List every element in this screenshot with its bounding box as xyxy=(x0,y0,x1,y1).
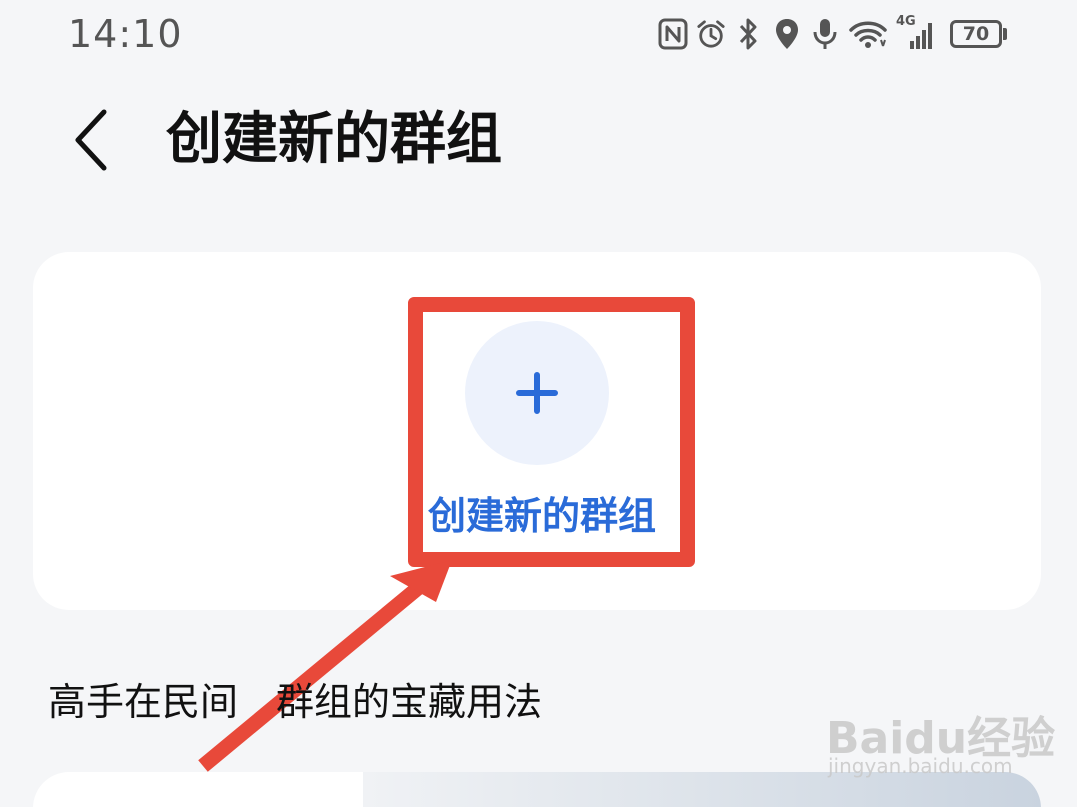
section-title: 高手在民间 群组的宝藏用法 xyxy=(48,680,543,724)
network-label: 4G xyxy=(896,14,916,29)
status-icons: 4G 70 xyxy=(658,14,1007,54)
alarm-icon xyxy=(696,16,726,52)
page-header: 创建新的群组 xyxy=(0,90,1077,190)
tips-card-image xyxy=(363,772,1041,807)
mic-icon xyxy=(810,16,840,52)
battery-level: 70 xyxy=(950,20,1002,48)
create-group-label[interactable]: 创建新的群组 xyxy=(405,488,679,544)
status-bar: 14:10 4G 70 xyxy=(0,0,1077,70)
bluetooth-icon xyxy=(734,16,764,52)
4g-signal-icon: 4G xyxy=(896,14,936,52)
wifi-icon xyxy=(848,16,888,52)
nfc-icon xyxy=(658,16,688,52)
plus-icon xyxy=(516,372,558,414)
back-button[interactable] xyxy=(60,100,120,180)
battery-indicator: 70 xyxy=(950,20,1007,48)
tips-card[interactable] xyxy=(33,772,1041,807)
create-group-button[interactable] xyxy=(465,321,609,465)
status-time: 14:10 xyxy=(68,12,183,56)
page-title: 创建新的群组 xyxy=(166,107,502,172)
chevron-left-icon xyxy=(75,109,107,171)
battery-cap xyxy=(1003,28,1007,40)
location-icon xyxy=(772,16,802,52)
watermark-brand: Baidu经验 xyxy=(826,713,1056,764)
